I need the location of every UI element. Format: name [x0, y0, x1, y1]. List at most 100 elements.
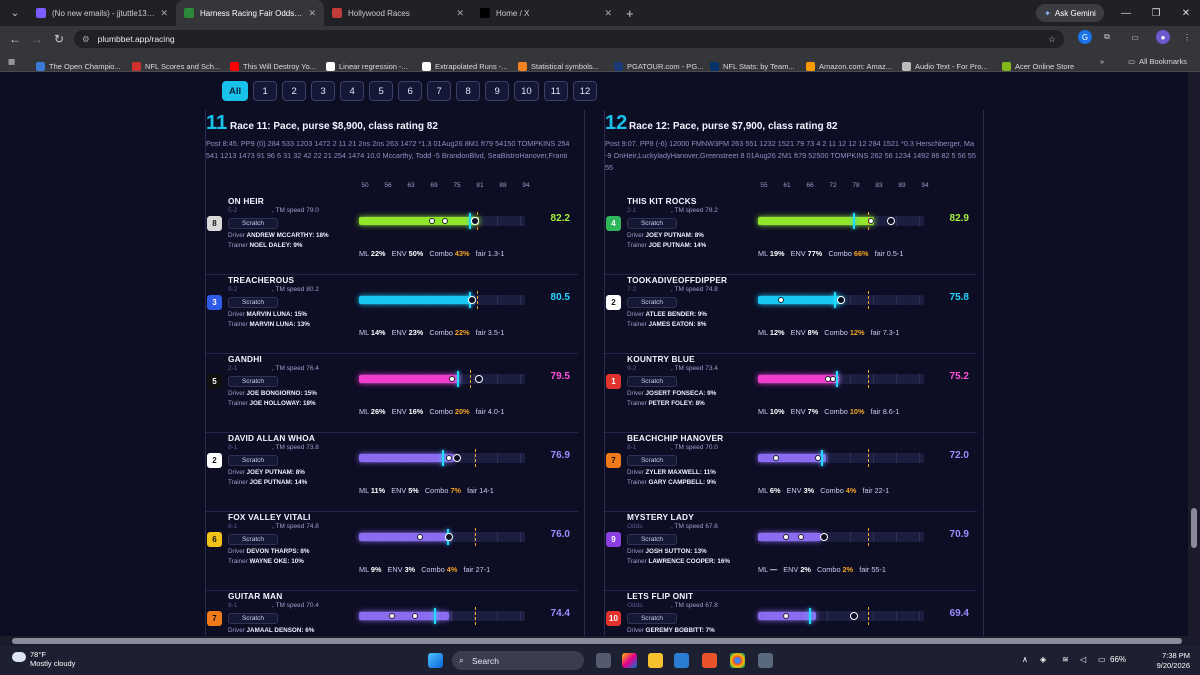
- horse-name[interactable]: BEACHCHIP HANOVER: [627, 433, 723, 443]
- start-windows-icon[interactable]: [428, 653, 443, 668]
- chrome-icon[interactable]: [730, 653, 745, 668]
- horse-name[interactable]: TOOKADIVEOFFDIPPER: [627, 275, 727, 285]
- h-scrollbar-thumb[interactable]: [12, 638, 1182, 644]
- race-filter-all[interactable]: All: [222, 81, 249, 101]
- defender-icon[interactable]: ◈: [1040, 655, 1046, 664]
- tab-search-chevron-icon[interactable]: ⌄: [6, 4, 24, 22]
- bookmark-item[interactable]: Audio Text - For Pro...: [902, 61, 988, 71]
- vertical-scrollbar[interactable]: [1188, 72, 1200, 636]
- wifi-icon[interactable]: ≋: [1062, 655, 1069, 664]
- scratch-button[interactable]: Scratch: [228, 613, 278, 624]
- taskbar-search[interactable]: ⌕ Search: [452, 651, 584, 670]
- race-filter-6[interactable]: 6: [398, 81, 423, 101]
- race-filter-12[interactable]: 12: [572, 81, 598, 101]
- horse-row[interactable]: GUITAR MAN 8-1 , TM speed 70.4 7 Scratch Driv…: [206, 591, 578, 636]
- race-filter-11[interactable]: 11: [543, 81, 568, 101]
- scratch-button[interactable]: Scratch: [228, 534, 278, 545]
- task-view-icon[interactable]: [596, 653, 611, 668]
- scratch-button[interactable]: Scratch: [627, 297, 677, 308]
- horse-row[interactable]: ON HEIR 5-2 , TM speed 79.0 8 Scratch Driver …: [206, 196, 578, 275]
- apps-grid-icon[interactable]: ▦: [8, 57, 15, 66]
- horse-name[interactable]: MYSTERY LADY: [627, 512, 694, 522]
- horse-name[interactable]: KOUNTRY BLUE: [627, 354, 695, 364]
- horse-name[interactable]: GANDHI: [228, 354, 262, 364]
- address-bar[interactable]: ⚙ plumbbet.app/racing ☆: [74, 30, 1064, 48]
- back-icon[interactable]: ←: [4, 32, 26, 46]
- tab-close-icon[interactable]: ✕: [160, 8, 168, 19]
- grammarly-extension-icon[interactable]: G: [1078, 30, 1092, 44]
- calculator-icon[interactable]: [758, 653, 773, 668]
- brave-icon[interactable]: [702, 653, 717, 668]
- bookmark-item[interactable]: Linear regression -...: [326, 61, 408, 71]
- scratch-button[interactable]: Scratch: [228, 297, 278, 308]
- bookmark-item[interactable]: The Open Champio...: [36, 61, 121, 71]
- scratch-button[interactable]: Scratch: [627, 455, 677, 466]
- new-tab-button[interactable]: +: [626, 6, 634, 21]
- horse-row[interactable]: TOOKADIVEOFFDIPPER 7-2 , TM speed 74.8 2 Scr…: [605, 275, 977, 354]
- bookmark-item[interactable]: NFL Stats: by Team...: [710, 61, 795, 71]
- restore-icon[interactable]: ❐: [1142, 0, 1170, 26]
- horse-name[interactable]: TREACHEROUS: [228, 275, 294, 285]
- scratch-button[interactable]: Scratch: [627, 376, 677, 387]
- race-filter-5[interactable]: 5: [369, 81, 394, 101]
- bookmark-item[interactable]: This Will Destroy Yo...: [230, 61, 316, 71]
- bookmark-item[interactable]: Statistical symbols...: [518, 61, 599, 71]
- race-filter-9[interactable]: 9: [485, 81, 510, 101]
- race-filter-8[interactable]: 8: [456, 81, 481, 101]
- bookmark-item[interactable]: Extrapolated Runs -...: [422, 61, 508, 71]
- more-bookmarks-chevron-icon[interactable]: »: [1100, 57, 1104, 66]
- site-info-icon[interactable]: ⚙: [82, 34, 90, 45]
- scratch-button[interactable]: Scratch: [627, 534, 677, 545]
- race-filter-10[interactable]: 10: [514, 81, 539, 101]
- horse-name[interactable]: LETS FLIP ONIT: [627, 591, 693, 601]
- browser-tab[interactable]: Hollywood Races ✕: [324, 0, 472, 26]
- scrollbar-thumb[interactable]: [1191, 508, 1197, 548]
- horse-row[interactable]: DAVID ALLAN WHOA 8-1 , TM speed 73.8 2 Scrat…: [206, 433, 578, 512]
- horse-row[interactable]: TREACHEROUS 9-2 , TM speed 80.2 3 Scratch Dri…: [206, 275, 578, 354]
- horse-row[interactable]: THIS KIT ROCKS 2-1 , TM speed 78.2 4 Scratch…: [605, 196, 977, 275]
- browser-tab[interactable]: Home / X ✕: [472, 0, 620, 26]
- scratch-button[interactable]: Scratch: [228, 218, 278, 229]
- horse-row[interactable]: KOUNTRY BLUE 9-2 , TM speed 73.4 1 Scratch Dr…: [605, 354, 977, 433]
- bookmark-item[interactable]: NFL Scores and Sch...: [132, 61, 220, 71]
- scratch-button[interactable]: Scratch: [228, 455, 278, 466]
- profile-avatar[interactable]: ●: [1156, 30, 1170, 44]
- menu-dots-icon[interactable]: ⋮: [1180, 30, 1194, 44]
- horse-name[interactable]: FOX VALLEY VITALI: [228, 512, 311, 522]
- close-window-icon[interactable]: ✕: [1172, 0, 1200, 26]
- tab-close-icon[interactable]: ✕: [456, 8, 464, 19]
- bookmark-item[interactable]: Amazon.com: Amaz...: [806, 61, 892, 71]
- ask-gemini-button[interactable]: ✦ Ask Gemini: [1036, 4, 1104, 22]
- scratch-button[interactable]: Scratch: [228, 376, 278, 387]
- horse-row[interactable]: MYSTERY LADY Odds , TM speed 67.6 9 Scratch D…: [605, 512, 977, 591]
- horse-row[interactable]: LETS FLIP ONIT Odds , TM speed 67.8 10 Scrat…: [605, 591, 977, 636]
- race-filter-2[interactable]: 2: [282, 81, 307, 101]
- bookmark-item[interactable]: PGATOUR.com - PG...: [614, 61, 703, 71]
- extensions-icon[interactable]: ⧉: [1100, 30, 1114, 44]
- file-explorer-icon[interactable]: [648, 653, 663, 668]
- volume-icon[interactable]: ◁: [1080, 655, 1086, 664]
- split-view-icon[interactable]: ▭: [1128, 30, 1142, 44]
- tab-close-icon[interactable]: ✕: [604, 8, 612, 19]
- clock[interactable]: 7:38 PM 9/20/2026: [1157, 651, 1190, 671]
- minimize-icon[interactable]: —: [1112, 0, 1140, 26]
- weather-widget[interactable]: 78°F Mostly cloudy: [12, 650, 75, 668]
- horse-name[interactable]: DAVID ALLAN WHOA: [228, 433, 315, 443]
- race-filter-7[interactable]: 7: [427, 81, 452, 101]
- scratch-button[interactable]: Scratch: [627, 218, 677, 229]
- horse-name[interactable]: ON HEIR: [228, 196, 264, 206]
- horse-row[interactable]: GANDHI 2-1 , TM speed 76.4 5 Scratch Driver J…: [206, 354, 578, 433]
- store-icon[interactable]: [674, 653, 689, 668]
- race-filter-3[interactable]: 3: [311, 81, 336, 101]
- copilot-icon[interactable]: [622, 653, 637, 668]
- forward-icon[interactable]: →: [26, 32, 48, 46]
- horizontal-scrollbar[interactable]: [0, 636, 1200, 646]
- bookmark-item[interactable]: Acer Online Store: [1002, 61, 1074, 71]
- browser-tab[interactable]: (No new emails) - jjtuttle131@ ✕: [28, 0, 176, 26]
- browser-tab[interactable]: Harness Racing Fair Odds & Tr ✕: [176, 0, 324, 26]
- tray-chevron-icon[interactable]: ∧: [1022, 655, 1028, 664]
- race-filter-1[interactable]: 1: [253, 81, 278, 101]
- horse-row[interactable]: BEACHCHIP HANOVER 8-1 , TM speed 70.0 7 Scra…: [605, 433, 977, 512]
- tab-close-icon[interactable]: ✕: [308, 8, 316, 19]
- all-bookmarks-folder[interactable]: ▭ All Bookmarks: [1128, 57, 1187, 66]
